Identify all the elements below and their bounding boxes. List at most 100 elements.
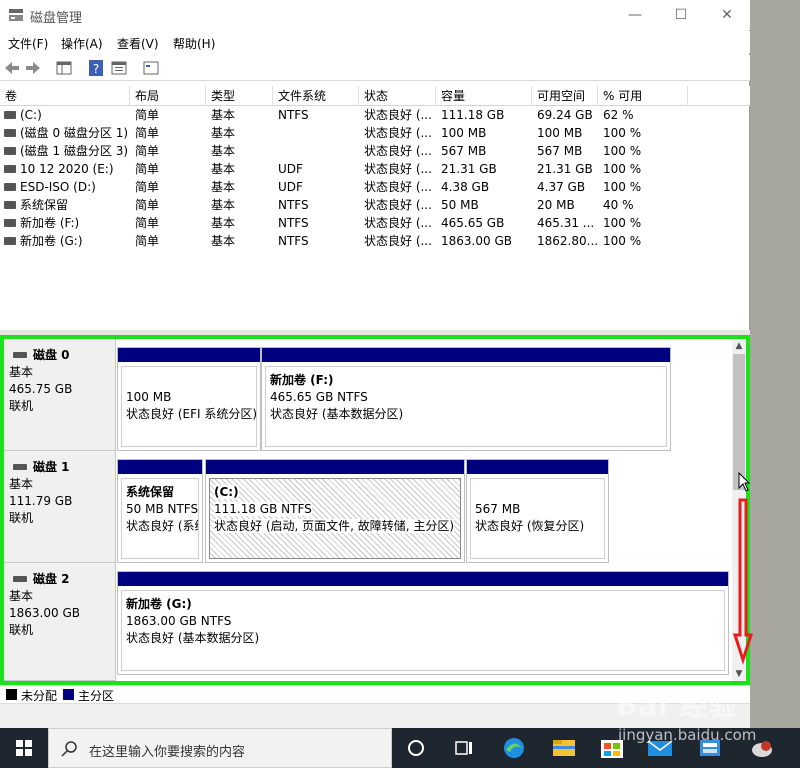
scroll-thumb[interactable] <box>733 354 745 490</box>
volume-cell-布局: 简单 <box>135 198 160 212</box>
search-icon <box>61 741 77 757</box>
partition-size: 465.65 GB NTFS <box>270 390 368 404</box>
volume-drive-icon <box>4 129 16 137</box>
volume-cell-%可用: 100 % <box>603 162 642 176</box>
disk-0-type: 基本 <box>9 365 34 379</box>
disk-2-status: 联机 <box>9 623 34 637</box>
toolbar: ? <box>0 55 750 81</box>
volume-row[interactable]: (C:) 简单 基本 NTFS 状态良好 (... 111.18 GB 69.24 GB 62… <box>0 106 750 124</box>
volume-cell-类型: 基本 <box>211 108 236 122</box>
disk-0-label[interactable]: 磁盘 0 基本 465.75 GB 联机 <box>4 339 116 451</box>
volume-cell-容量: 1863.00 GB <box>441 234 512 248</box>
col-percent-free[interactable]: % 可用 <box>598 86 688 106</box>
disk-1-label[interactable]: 磁盘 1 基本 111.79 GB 联机 <box>4 451 116 563</box>
volume-cell-卷: ESD-ISO (D:) <box>20 180 96 194</box>
volume-cell-容量: 567 MB <box>441 144 487 158</box>
volume-cell-容量: 100 MB <box>441 126 487 140</box>
title-bar[interactable]: 磁盘管理 — ☐ ✕ <box>0 0 750 30</box>
menu-view[interactable]: 查看(V) <box>117 35 159 52</box>
view-icon[interactable] <box>142 59 160 77</box>
partition-info: (C:) 111.18 GB NTFS 状态良好 (启动, 页面文件, 故障转储… <box>209 478 461 559</box>
legend-unallocated-swatch <box>6 689 17 700</box>
col-volume[interactable]: 卷 <box>0 86 130 106</box>
volume-drive-icon <box>4 147 16 155</box>
maximize-button[interactable]: ☐ <box>658 0 704 30</box>
file-explorer-icon[interactable] <box>540 728 588 768</box>
col-free-space[interactable]: 可用空间 <box>532 86 598 106</box>
partition-status: 状态良好 (基本数据分区) <box>126 631 260 645</box>
volume-cell-类型: 基本 <box>211 144 236 158</box>
menu-file[interactable]: 文件(F) <box>8 35 48 52</box>
baidu-jingyan-watermark: Bai 经验 jingyan.baidu.com <box>612 680 800 750</box>
disk-1-partition-system-reserved[interactable]: 系统保留 50 MB NTFS 状态良好 (系统 <box>117 459 203 563</box>
volume-list-header: 卷 布局 类型 文件系统 状态 容量 可用空间 % 可用 <box>0 86 750 106</box>
volume-cell-状态: 状态良好 (... <box>364 216 432 230</box>
task-view-icon[interactable] <box>440 728 488 768</box>
back-arrow-icon[interactable] <box>3 59 21 77</box>
disk-0-partition-f[interactable]: 新加卷 (F:) 465.65 GB NTFS 状态良好 (基本数据分区) <box>261 347 671 451</box>
volume-row[interactable]: (磁盘 0 磁盘分区 1) 简单 基本 状态良好 (... 100 MB 100 MB 10… <box>0 124 750 142</box>
help-icon[interactable]: ? <box>88 59 104 77</box>
partition-size: 50 MB NTFS <box>126 502 199 516</box>
forward-arrow-icon[interactable] <box>24 59 42 77</box>
volume-cell-容量: 4.38 GB <box>441 180 490 194</box>
volume-cell-类型: 基本 <box>211 234 236 248</box>
volume-cell-卷: 系统保留 <box>20 198 69 212</box>
disk-management-icon <box>9 9 23 21</box>
disk-2-partition-g[interactable]: 新加卷 (G:) 1863.00 GB NTFS 状态良好 (基本数据分区) <box>117 571 729 675</box>
disk-1-status: 联机 <box>9 511 34 525</box>
console-tree-icon[interactable] <box>55 59 73 77</box>
disk-1-name: 磁盘 1 <box>9 459 115 476</box>
col-layout[interactable]: 布局 <box>130 86 206 106</box>
menu-action[interactable]: 操作(A) <box>61 35 103 52</box>
col-status[interactable]: 状态 <box>359 86 436 106</box>
volume-cell-容量: 21.31 GB <box>441 162 497 176</box>
disk-2-label[interactable]: 磁盘 2 基本 1863.00 GB 联机 <box>4 563 116 681</box>
volume-cell-%可用: 100 % <box>603 144 642 158</box>
scroll-down-arrow-icon[interactable]: ▼ <box>732 667 746 681</box>
volume-cell-文件系统: NTFS <box>278 198 309 212</box>
disk-1-partition-recovery[interactable]: 567 MB 状态良好 (恢复分区) <box>466 459 609 563</box>
volume-cell-布局: 简单 <box>135 162 160 176</box>
volume-cell-容量: 465.65 GB <box>441 216 505 230</box>
volume-cell-可用空间: 21.31 GB <box>537 162 593 176</box>
windows-start-icon[interactable] <box>0 728 48 768</box>
volume-row[interactable]: 系统保留 简单 基本 NTFS 状态良好 (... 50 MB 20 MB 40 % <box>0 196 750 214</box>
volume-drive-icon <box>4 111 16 119</box>
volume-cell-容量: 50 MB <box>441 198 479 212</box>
partition-size: 100 MB <box>126 390 172 404</box>
minimize-button[interactable]: — <box>612 0 658 30</box>
volume-cell-布局: 简单 <box>135 144 160 158</box>
volume-cell-%可用: 100 % <box>603 234 642 248</box>
volume-drive-icon <box>4 183 16 191</box>
properties-icon[interactable] <box>110 59 128 77</box>
volume-cell-类型: 基本 <box>211 216 236 230</box>
volume-cell-状态: 状态良好 (... <box>364 108 432 122</box>
disk-0-partition-efi[interactable]: 100 MB 状态良好 (EFI 系统分区) <box>117 347 261 451</box>
volume-cell-可用空间: 100 MB <box>537 126 583 140</box>
cortana-icon[interactable] <box>392 728 440 768</box>
watermark-logo: Bai 经验 <box>616 689 738 722</box>
volume-row[interactable]: 10 12 2020 (E:) 简单 基本 UDF 状态良好 (... 21.31 GB 2… <box>0 160 750 178</box>
volume-cell-卷: 10 12 2020 (E:) <box>20 162 114 176</box>
volume-cell-可用空间: 567 MB <box>537 144 583 158</box>
volume-cell-布局: 简单 <box>135 126 160 140</box>
volume-row[interactable]: 新加卷 (F:) 简单 基本 NTFS 状态良好 (... 465.65 GB 465.31… <box>0 214 750 232</box>
disk-0-status: 联机 <box>9 399 34 413</box>
scroll-up-arrow-icon[interactable]: ▲ <box>732 339 746 353</box>
col-type[interactable]: 类型 <box>206 86 273 106</box>
volume-row[interactable]: 新加卷 (G:) 简单 基本 NTFS 状态良好 (... 1863.00 GB 1862.… <box>0 232 750 250</box>
close-button[interactable]: ✕ <box>704 0 750 30</box>
volume-cell-可用空间: 20 MB <box>537 198 575 212</box>
menu-help[interactable]: 帮助(H) <box>173 35 215 52</box>
taskbar-search-box[interactable]: 在这里输入你要搜索的内容 <box>48 728 392 768</box>
partition-info: 新加卷 (F:) 465.65 GB NTFS 状态良好 (基本数据分区) <box>265 366 667 447</box>
disk-1-partition-c[interactable]: (C:) 111.18 GB NTFS 状态良好 (启动, 页面文件, 故障转储… <box>205 459 465 563</box>
volume-row[interactable]: ESD-ISO (D:) 简单 基本 UDF 状态良好 (... 4.38 GB 4.37 … <box>0 178 750 196</box>
col-capacity[interactable]: 容量 <box>436 86 532 106</box>
edge-browser-icon[interactable] <box>490 728 538 768</box>
volume-row[interactable]: (磁盘 1 磁盘分区 3) 简单 基本 状态良好 (... 567 MB 567 MB 10… <box>0 142 750 160</box>
volume-cell-%可用: 100 % <box>603 126 642 140</box>
disk-2-size: 1863.00 GB <box>9 606 80 620</box>
col-filesystem[interactable]: 文件系统 <box>273 86 359 106</box>
